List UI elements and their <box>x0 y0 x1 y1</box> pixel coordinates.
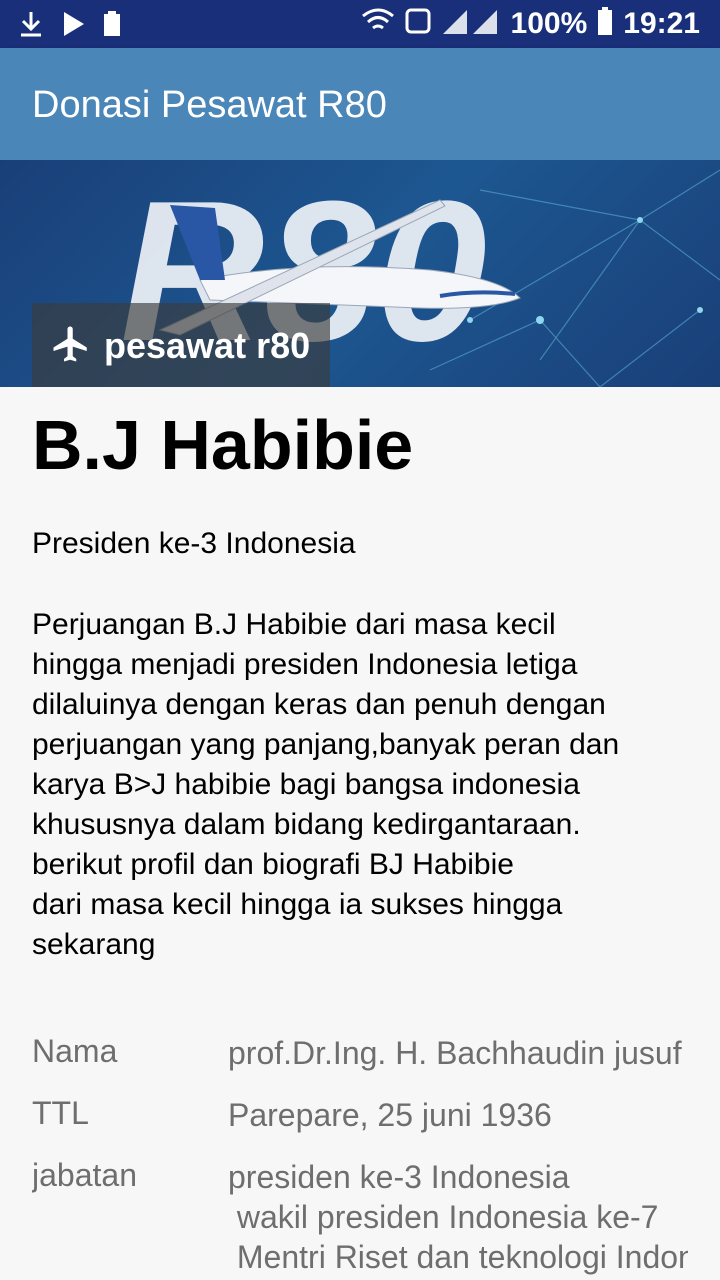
battery-icon <box>597 6 613 41</box>
info-label: Nama <box>32 1033 118 1069</box>
info-label: jabatan <box>32 1157 137 1193</box>
info-value-line: prof.Dr.Ing. H. Bachhaudin jusuf Habibie <box>228 1035 688 1071</box>
hd-icon <box>405 6 431 41</box>
info-value-line: Parepare, 25 juni 1936 <box>228 1097 552 1133</box>
biography-line: dilaluinya dengan keras dan penuh dengan <box>32 688 606 721</box>
info-value-line: Mentri Riset dan teknologi Indonesia <box>236 1239 688 1275</box>
info-row-nama: Nama prof.Dr.Ing. H. Bachhaudin jusuf Ha… <box>32 1033 688 1095</box>
biography-line: karya B>J habibie bagi bangsa indonesia <box>32 768 580 801</box>
biography-line: khususnya dalam bidang kedirgantaraan. <box>32 808 581 841</box>
info-label: TTL <box>32 1095 89 1131</box>
status-time: 19:21 <box>623 6 700 40</box>
app-title: Donasi Pesawat R80 <box>32 84 387 126</box>
info-value: prof.Dr.Ing. H. Bachhaudin jusuf Habibie <box>228 1033 688 1073</box>
download-icon <box>18 10 44 43</box>
person-name: B.J Habibie <box>32 406 414 484</box>
play-store-icon <box>60 10 86 43</box>
status-right-icons: 100% 19:21 <box>361 6 700 41</box>
biography-text: Perjuangan B.J Habibie dari masa kecil h… <box>32 605 702 965</box>
info-row-jabatan: jabatan presiden ke-3 Indonesia wakil pr… <box>32 1157 688 1277</box>
wifi-icon <box>361 6 395 41</box>
status-left-icons <box>18 10 122 43</box>
banner-image: R80 pesawat r80 <box>0 160 720 387</box>
info-table: Nama prof.Dr.Ing. H. Bachhaudin jusuf Ha… <box>32 1033 688 1277</box>
signal-icon <box>441 6 501 41</box>
biography-line: perjuangan yang panjang,banyak peran dan <box>32 728 620 761</box>
biography-line: sekarang <box>32 928 156 961</box>
info-value: presiden ke-3 Indonesia wakil presiden I… <box>228 1157 688 1277</box>
info-value: Parepare, 25 juni 1936 <box>228 1095 688 1135</box>
app-bar: Donasi Pesawat R80 <box>0 48 720 160</box>
biography-line: Perjuangan B.J Habibie dari masa kecil <box>32 608 556 641</box>
biography-line: hingga menjadi presiden Indonesia letiga <box>32 648 578 681</box>
biography-line: berikut profil dan biografi BJ Habibie <box>32 848 514 881</box>
biography-line: dari masa kecil hingga ia sukses hingga <box>32 888 563 921</box>
info-value-line: wakil presiden Indonesia ke-7 <box>228 1199 659 1235</box>
battery-percent: 100% <box>510 6 588 40</box>
person-subtitle: Presiden ke-3 Indonesia <box>32 527 356 560</box>
chip-label: pesawat r80 <box>104 325 311 366</box>
info-row-ttl: TTL Parepare, 25 juni 1936 <box>32 1095 688 1157</box>
battery-saver-icon <box>102 10 122 43</box>
banner-chip[interactable]: pesawat r80 <box>32 303 330 387</box>
info-value-line: presiden ke-3 Indonesia <box>228 1159 570 1195</box>
status-bar: 100% 19:21 <box>0 0 720 48</box>
